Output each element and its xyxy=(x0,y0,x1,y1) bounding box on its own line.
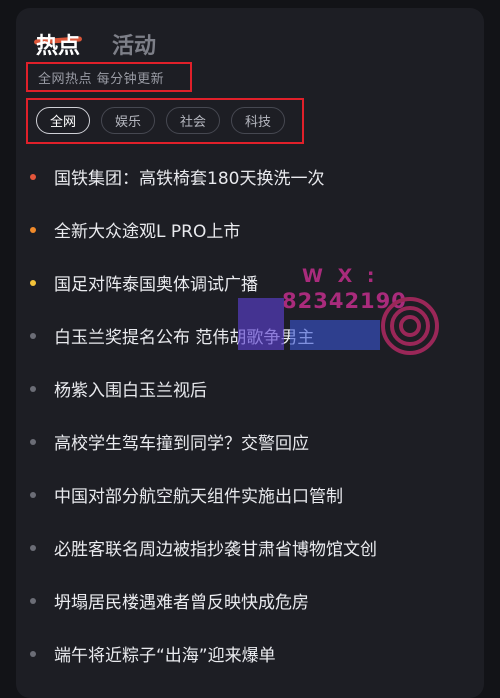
rank-dot xyxy=(30,597,36,604)
list-item-title: 杨紫入围白玉兰视后 xyxy=(54,381,207,401)
list-item-title: 全新大众途观L PRO上市 xyxy=(54,222,241,242)
update-frequency-subtitle: 全网热点 每分钟更新 xyxy=(38,72,165,87)
rank-dot xyxy=(30,173,36,180)
list-item[interactable]: 中国对部分航空航天组件实施出口管制 xyxy=(30,482,343,507)
filter-chip-all[interactable]: 全网 xyxy=(36,107,90,134)
list-item-title: 坍塌居民楼遇难者曾反映快成危房 xyxy=(54,593,309,613)
tab-bar: 热点 活动 xyxy=(33,28,156,60)
rank-dot xyxy=(30,438,36,445)
list-item[interactable]: 杨紫入围白玉兰视后 xyxy=(30,376,207,401)
rank-dot xyxy=(30,491,36,498)
list-item-title: 国足对阵泰国奥体调试广播 xyxy=(54,275,258,295)
list-item-title: 端午将近粽子“出海”迎来爆单 xyxy=(54,646,276,666)
tab-activity[interactable]: 活动 xyxy=(112,28,156,60)
tab-hot[interactable]: 热点 xyxy=(33,28,83,60)
filter-chip-society[interactable]: 社会 xyxy=(166,107,220,134)
list-item-title: 必胜客联名周边被指抄袭甘肃省博物馆文创 xyxy=(54,540,377,560)
list-item[interactable]: 高校学生驾车撞到同学？交警回应 xyxy=(30,429,309,454)
list-item-title: 国铁集团：高铁椅套180天换洗一次 xyxy=(54,169,325,189)
list-item[interactable]: 全新大众途观L PRO上市 xyxy=(30,217,240,242)
rank-dot xyxy=(30,650,36,657)
list-item-title: 高校学生驾车撞到同学？交警回应 xyxy=(54,434,309,454)
list-item[interactable]: 白玉兰奖提名公布 范伟胡歌争男主 xyxy=(30,323,314,348)
list-item[interactable]: 坍塌居民楼遇难者曾反映快成危房 xyxy=(30,588,309,613)
list-item[interactable]: 国铁集团：高铁椅套180天换洗一次 xyxy=(30,164,324,189)
tab-hot-label: 热点 xyxy=(36,34,81,59)
category-filter-bar: 全网 娱乐 社会 科技 xyxy=(36,107,285,134)
tab-activity-label: 活动 xyxy=(112,34,157,59)
list-item[interactable]: 国足对阵泰国奥体调试广播 xyxy=(30,270,258,295)
filter-chip-entertainment[interactable]: 娱乐 xyxy=(101,107,155,134)
rank-dot xyxy=(30,544,36,551)
rank-dot xyxy=(30,226,36,233)
rank-dot xyxy=(30,385,36,392)
rank-dot xyxy=(30,332,36,339)
rank-dot xyxy=(30,279,36,286)
list-item-title: 中国对部分航空航天组件实施出口管制 xyxy=(54,487,343,507)
list-item[interactable]: 必胜客联名周边被指抄袭甘肃省博物馆文创 xyxy=(30,535,377,560)
filter-chip-tech[interactable]: 科技 xyxy=(231,107,285,134)
list-item[interactable]: 端午将近粽子“出海”迎来爆单 xyxy=(30,641,276,666)
list-item-title: 白玉兰奖提名公布 范伟胡歌争男主 xyxy=(54,328,315,348)
